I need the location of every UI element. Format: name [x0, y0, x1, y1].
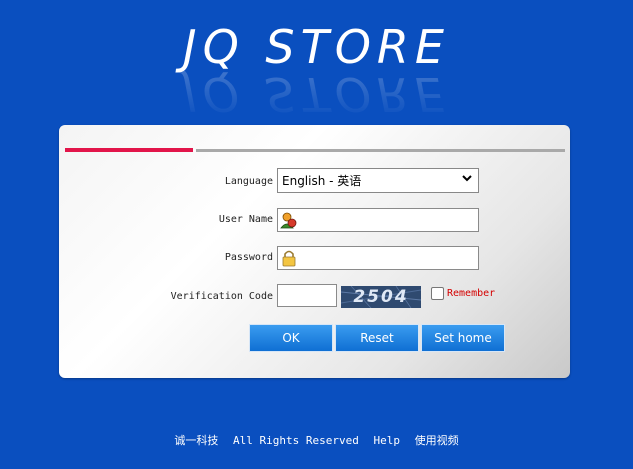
password-input[interactable]: [277, 246, 479, 270]
store-logo-reflection: JQ STORE: [183, 69, 450, 121]
reset-button[interactable]: Reset: [335, 324, 419, 352]
language-select[interactable]: English - 英语: [277, 168, 479, 193]
footer-video-link[interactable]: 使用视频: [415, 434, 459, 447]
login-panel: Language English - 英语 User Name Password…: [59, 125, 570, 378]
username-input[interactable]: [277, 208, 479, 232]
footer-company: 诚一科技: [174, 434, 219, 447]
ok-button[interactable]: OK: [249, 324, 333, 352]
set-home-button[interactable]: Set home: [421, 324, 505, 352]
divider-bar: [196, 149, 565, 152]
language-label: Language: [224, 176, 273, 187]
remember-label: Remember: [447, 288, 496, 299]
footer: 诚一科技 All Rights Reserved Help 使用视频: [0, 432, 633, 448]
username-label: User Name: [218, 214, 273, 225]
store-logo: JQ STORE: [183, 20, 450, 74]
language-select-value: English - 英语: [282, 174, 362, 188]
logo-area: JQ STORE JQ STORE: [0, 16, 633, 121]
user-avatar-icon: [280, 211, 298, 229]
chevron-down-icon: [461, 172, 473, 187]
footer-help-link[interactable]: Help: [373, 434, 400, 447]
verification-code-input[interactable]: [277, 284, 337, 307]
remember-checkbox[interactable]: [431, 287, 444, 300]
captcha-image[interactable]: 2504: [341, 286, 421, 308]
verification-label: Verification Code: [170, 291, 273, 302]
accent-bar: [65, 148, 193, 152]
captcha-text: 2504: [353, 287, 409, 307]
footer-rights: All Rights Reserved: [233, 434, 359, 447]
lock-icon: [280, 249, 298, 267]
password-label: Password: [224, 252, 273, 263]
